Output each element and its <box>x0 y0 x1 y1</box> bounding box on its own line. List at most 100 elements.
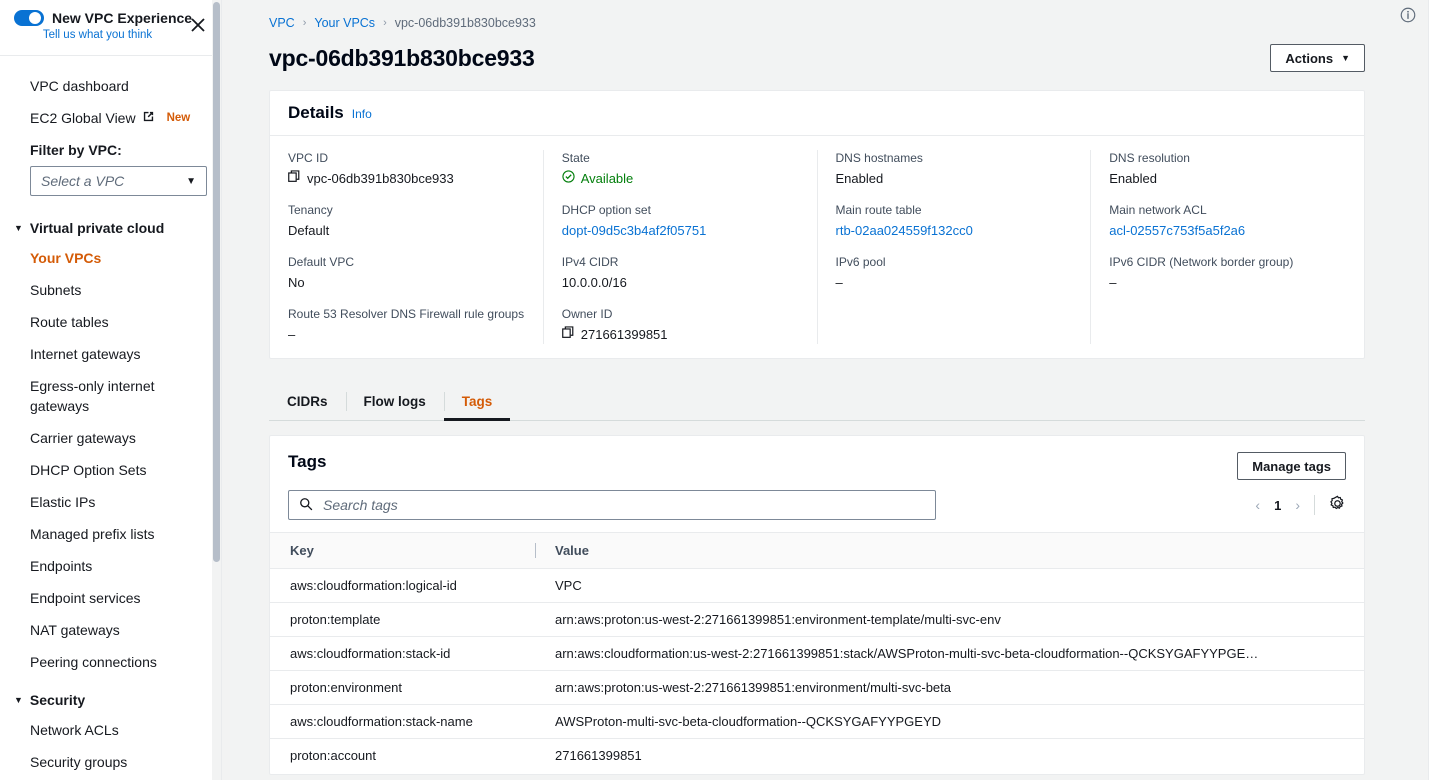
search-icon <box>299 497 313 514</box>
table-row[interactable]: proton:account 271661399851 <box>270 739 1364 773</box>
vpc-filter-value: Select a VPC <box>41 173 125 189</box>
table-row[interactable]: aws:cloudformation:logical-id VPC <box>270 568 1364 603</box>
chevron-left-icon[interactable]: ‹ <box>1255 497 1260 513</box>
tag-key: proton:account <box>290 748 377 763</box>
tags-table: Key Value aws:cloudformation:logical-id … <box>270 532 1364 772</box>
breadcrumb-item-your-vpcs[interactable]: Your VPCs <box>314 16 375 30</box>
tag-key: proton:template <box>270 602 535 637</box>
tags-pagination: ‹ 1 › <box>1255 495 1346 515</box>
sidebar-group-label: Virtual private cloud <box>29 220 165 236</box>
sidebar-item-subnets[interactable]: Subnets <box>0 274 221 306</box>
sidebar-scrollbar-thumb[interactable] <box>213 2 220 562</box>
detail-value: vpc-06db391b830bce933 <box>288 170 525 188</box>
tag-value: arn:aws:cloudformation:us-west-2:2716613… <box>535 636 1364 671</box>
chevron-down-icon: ▼ <box>14 222 23 233</box>
detail-label: Default VPC <box>288 255 355 269</box>
sidebar-item-peering-connections[interactable]: Peering connections <box>0 646 221 678</box>
new-badge: New <box>166 112 191 124</box>
details-info-link[interactable]: Info <box>352 107 372 121</box>
column-header-value[interactable]: Value <box>535 532 1364 569</box>
actions-button[interactable]: Actions ▼ <box>1270 44 1365 72</box>
copy-icon[interactable] <box>288 170 301 188</box>
sidebar-scrollbar[interactable] <box>212 0 221 780</box>
detail-value: Enabled <box>1109 171 1157 186</box>
detail-label: VPC ID <box>288 151 329 165</box>
sidebar-item-label: EC2 Global View <box>30 110 136 126</box>
detail-value: – <box>835 275 843 290</box>
chevron-right-icon[interactable]: › <box>1295 497 1300 513</box>
sidebar-item-endpoint-services[interactable]: Endpoint services <box>0 582 221 614</box>
detail-field-ipv6-cidr: IPv6 CIDR (Network border group) – <box>1109 254 1346 292</box>
detail-label: Route 53 Resolver DNS Firewall rule grou… <box>288 307 525 321</box>
detail-label: IPv4 CIDR <box>561 255 619 269</box>
tags-search-box[interactable] <box>288 490 936 520</box>
sidebar-item-ec2-global-view[interactable]: EC2 Global View New <box>0 102 221 134</box>
actions-button-label: Actions <box>1285 50 1334 66</box>
external-link-icon <box>142 108 155 128</box>
main-network-acl-link[interactable]: acl-02557c753f5a5f2a6 <box>1109 222 1346 240</box>
sidebar-item-endpoints[interactable]: Endpoints <box>0 550 221 582</box>
sidebar-group-label: Security <box>29 692 86 708</box>
detail-value: – <box>1109 275 1117 290</box>
detail-field-ipv4-cidr: IPv4 CIDR 10.0.0.0/16 <box>562 254 799 292</box>
detail-label: Main route table <box>835 203 922 217</box>
tab-cidrs[interactable]: CIDRs <box>269 383 346 420</box>
sidebar-item-network-acls[interactable]: Network ACLs <box>0 714 221 746</box>
detail-label: Tenancy <box>288 203 333 217</box>
sidebar-item-your-vpcs[interactable]: Your VPCs <box>0 242 221 274</box>
dhcp-option-set-link[interactable]: dopt-09d5c3b4af2f05751 <box>562 222 799 240</box>
sidebar-item-managed-prefix-lists[interactable]: Managed prefix lists <box>0 518 221 550</box>
gear-icon[interactable] <box>1329 495 1346 515</box>
tag-key: aws:cloudformation:stack-id <box>270 636 535 671</box>
status-text: Available <box>580 171 634 186</box>
detail-tabs: CIDRs Flow logs Tags <box>269 383 1365 421</box>
detail-label: DNS hostnames <box>835 151 923 165</box>
sidebar-item-egress-only-internet-gateways[interactable]: Egress-only internet gateways <box>0 370 221 422</box>
column-header-key[interactable]: Key <box>270 532 535 569</box>
detail-value-text: vpc-06db391b830bce933 <box>307 171 454 186</box>
tab-flow-logs[interactable]: Flow logs <box>345 383 444 420</box>
page-number[interactable]: 1 <box>1274 498 1281 513</box>
divider <box>1314 495 1315 515</box>
vpc-filter-select[interactable]: Select a VPC ▼ <box>30 166 207 196</box>
main-route-table-link[interactable]: rtb-02aa024559f132cc0 <box>836 222 1073 240</box>
sidebar-item-carrier-gateways[interactable]: Carrier gateways <box>0 422 221 454</box>
main-content: VPC › Your VPCs › vpc-06db391b830bce933 … <box>222 0 1429 780</box>
toggle-on-icon[interactable] <box>14 10 44 26</box>
table-row[interactable]: proton:template arn:aws:proton:us-west-2… <box>270 602 1364 637</box>
detail-field-main-network-acl: Main network ACL acl-02557c753f5a5f2a6 <box>1109 202 1346 240</box>
tag-key: aws:cloudformation:stack-name <box>270 704 535 739</box>
sidebar-group-virtual-private-cloud[interactable]: ▼ Virtual private cloud <box>0 206 221 242</box>
sidebar-item-nat-gateways[interactable]: NAT gateways <box>0 614 221 646</box>
tag-value: 271661399851 <box>555 748 642 763</box>
sidebar-item-vpc-dashboard[interactable]: VPC dashboard <box>0 70 221 102</box>
detail-field-owner-id: Owner ID 271661399851 <box>562 306 799 344</box>
detail-field-dns-resolution: DNS resolution Enabled <box>1109 150 1346 188</box>
table-row[interactable]: aws:cloudformation:stack-id arn:aws:clou… <box>270 636 1364 671</box>
chevron-down-icon: ▼ <box>1341 53 1350 63</box>
table-row[interactable]: proton:environment arn:aws:proton:us-wes… <box>270 670 1364 705</box>
tab-tags[interactable]: Tags <box>443 383 511 421</box>
sidebar-item-dhcp-option-sets[interactable]: DHCP Option Sets <box>0 454 221 486</box>
details-column-3: DNS hostnames Enabled Main route table r… <box>816 150 1091 344</box>
tag-value: AWSProton-multi-svc-beta-cloudformation-… <box>535 704 1364 739</box>
detail-value: 10.0.0.0/16 <box>561 275 627 290</box>
sidebar-item-route-tables[interactable]: Route tables <box>0 306 221 338</box>
sidebar-item-security-groups[interactable]: Security groups <box>0 746 221 778</box>
sidebar-item-internet-gateways[interactable]: Internet gateways <box>0 338 221 370</box>
breadcrumb-item-vpc[interactable]: VPC <box>269 16 295 30</box>
copy-icon[interactable] <box>561 326 575 344</box>
table-row[interactable]: aws:cloudformation:stack-name AWSProton-… <box>270 704 1364 739</box>
info-circle-icon[interactable] <box>1399 6 1419 26</box>
search-input[interactable] <box>321 496 925 514</box>
promo-feedback-link[interactable]: Tell us what you think <box>22 29 173 41</box>
manage-tags-button[interactable]: Manage tags <box>1237 452 1346 480</box>
close-icon[interactable] <box>189 16 207 34</box>
sidebar-item-elastic-ips[interactable]: Elastic IPs <box>0 486 221 518</box>
sidebar-group-security[interactable]: ▼ Security <box>0 678 221 714</box>
detail-field-dhcp-option-set: DHCP option set dopt-09d5c3b4af2f05751 <box>562 202 799 240</box>
detail-label: IPv6 pool <box>835 255 886 269</box>
detail-label: IPv6 CIDR (Network border group) <box>1109 255 1294 269</box>
tag-key: proton:environment <box>270 670 535 705</box>
sidebar: New VPC Experience Tell us what you thin… <box>0 0 222 780</box>
